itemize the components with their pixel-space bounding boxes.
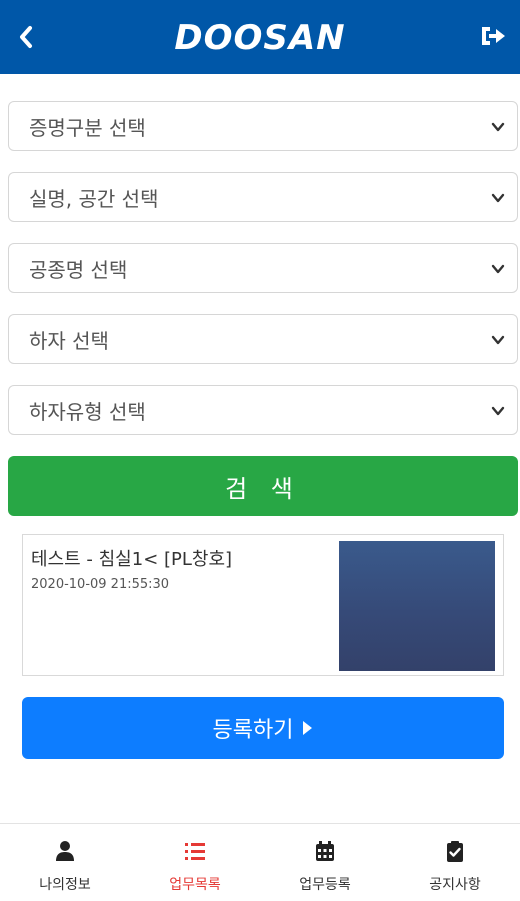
select-defect-type[interactable]: 하자유형 선택 <box>8 385 518 435</box>
list-icon <box>185 843 205 860</box>
calendar-icon <box>316 841 334 861</box>
sign-out-icon <box>482 27 505 45</box>
chevron-down-icon <box>491 193 505 203</box>
app-header: DOOSAN <box>0 0 520 74</box>
select-room-space[interactable]: 실명, 공간 선택 <box>8 172 518 222</box>
nav-my-info[interactable]: 나의정보 <box>0 824 130 901</box>
caret-right-icon <box>303 721 313 735</box>
select-label: 하자유형 선택 <box>29 399 146 424</box>
nav-task-list[interactable]: 업무목록 <box>130 824 260 901</box>
register-label: 등록하기 <box>212 718 294 743</box>
register-button[interactable]: 등록하기 <box>22 697 504 759</box>
chevron-down-icon <box>491 264 505 274</box>
brand-logo: DOOSAN <box>174 18 346 58</box>
select-work-type[interactable]: 공종명 선택 <box>8 243 518 293</box>
chevron-down-icon <box>491 406 505 416</box>
nav-notices[interactable]: 공지사항 <box>390 824 520 901</box>
select-certificate-type[interactable]: 증명구분 선택 <box>8 101 518 151</box>
select-label: 공종명 선택 <box>29 257 128 282</box>
search-button[interactable]: 검 색 <box>8 456 518 516</box>
select-label: 실명, 공간 선택 <box>29 186 159 211</box>
select-label: 증명구분 선택 <box>29 115 146 140</box>
result-datetime: 2020-10-09 21:55:30 <box>31 577 170 592</box>
logout-button[interactable] <box>476 20 508 52</box>
nav-label: 나의정보 <box>39 877 91 893</box>
nav-label: 공지사항 <box>429 877 481 893</box>
select-label: 하자 선택 <box>29 328 109 353</box>
nav-task-register[interactable]: 업무등록 <box>260 824 390 901</box>
chevron-down-icon <box>491 335 505 345</box>
nav-label: 업무목록 <box>169 877 221 893</box>
nav-label: 업무등록 <box>299 877 351 893</box>
select-defect[interactable]: 하자 선택 <box>8 314 518 364</box>
result-card[interactable]: 테스트 - 침실1< [PL창호] 2020-10-09 21:55:30 <box>22 534 504 676</box>
result-thumbnail <box>339 541 495 671</box>
chevron-down-icon <box>491 122 505 132</box>
user-icon <box>56 841 74 861</box>
result-title: 테스트 - 침실1< [PL창호] <box>31 549 233 570</box>
bottom-nav: 나의정보 업무목록 업무등록 공지사항 <box>0 823 520 901</box>
clipboard-check-icon <box>447 841 463 862</box>
